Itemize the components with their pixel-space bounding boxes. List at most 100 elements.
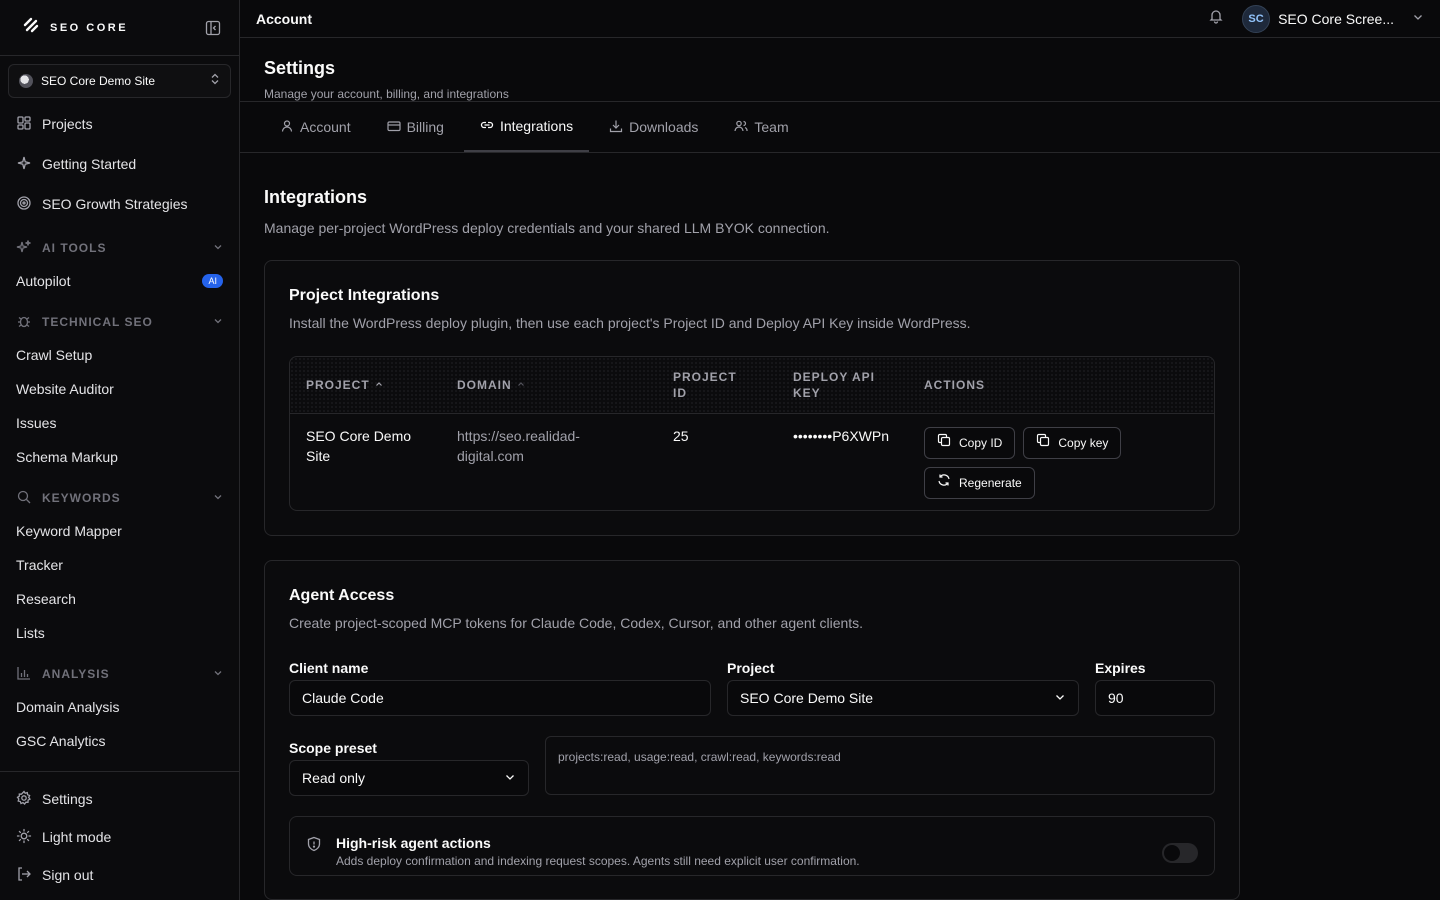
project-integrations-card: Project Integrations Install the WordPre… [264,260,1240,536]
nav-label: Settings [42,791,93,807]
nav-item-research[interactable]: Research [8,582,231,616]
client-name-field: Client name Claude Code [289,660,711,716]
nav-item-seo-growth-strategies[interactable]: SEO Growth Strategies [8,184,231,224]
page-title: Settings [264,58,336,78]
scope-row: Scope preset Read only projects:read, us… [289,736,1215,796]
nav-label: GSC Analytics [16,733,106,749]
card-subtitle: Create project-scoped MCP tokens for Cla… [289,615,864,631]
expires-input[interactable]: 90 [1095,680,1215,716]
page-header: Settings Manage your account, billing, a… [240,38,1440,102]
site-selector-value: SEO Core Demo Site [41,74,156,88]
expires-label: Expires [1095,660,1146,676]
column-header-deploy-api-key: DEPLOY API KEY [777,357,908,413]
client-name-input[interactable]: Claude Code [289,680,711,716]
logo-icon [22,16,40,39]
section-keywords[interactable]: KEYWORDS [8,482,231,514]
column-label: PROJECT [673,370,737,384]
table-header: PROJECT DOMAIN PROJECT ID DEPLOY API KEY… [290,357,1214,414]
client-name-label: Client name [289,660,369,676]
nav-label: Tracker [16,557,63,573]
nav-label: Issues [16,415,57,431]
copy-icon [1036,433,1050,453]
nav-item-projects[interactable]: Projects [8,104,231,144]
bell-icon[interactable] [1208,8,1224,29]
nav-item-lists[interactable]: Lists [8,616,231,650]
regenerate-button[interactable]: Regenerate [924,467,1035,499]
column-label: ACTIONS [924,378,985,392]
column-label: DOMAIN [457,378,512,392]
project-name-cell: SEO Core Demo Site [306,428,412,464]
nav-label: Research [16,591,76,607]
nav-item-issues[interactable]: Issues [8,406,231,440]
bar-chart-icon [16,665,32,684]
section-title: TECHNICAL SEO [42,315,153,329]
nav-label: Keyword Mapper [16,523,122,539]
nav-item-sign-out[interactable]: Sign out [8,856,231,894]
table-row: SEO Core Demo Site https://seo.realidad-… [290,414,1214,510]
nav-item-crawl-setup[interactable]: Crawl Setup [8,338,231,372]
nav-item-website-auditor[interactable]: Website Auditor [8,372,231,406]
section-title: KEYWORDS [42,491,121,505]
actions-cell: Copy ID Copy key Regenerate [908,414,1214,510]
logo[interactable]: SEO CORE [22,16,128,39]
nav-label: SEO Growth Strategies [42,196,188,212]
column-header-domain[interactable]: DOMAIN [441,357,657,413]
column-label: KEY [793,386,821,400]
sidebar: SEO CORE SEO Core Demo Site Projects Get… [0,0,240,900]
tab-integrations[interactable]: Integrations [463,102,590,152]
copy-id-button[interactable]: Copy ID [924,427,1016,459]
ai-badge: AI [202,274,223,288]
gear-icon [16,789,32,809]
topbar: Account SC SEO Core Scree... [240,0,1440,38]
high-risk-title: High-risk agent actions [336,835,491,851]
column-header-actions: ACTIONS [908,357,1214,413]
api-key-cell: ••••••••P6XWPn [793,428,890,444]
column-header-project[interactable]: PROJECT [290,357,441,413]
nav-item-gsc-analytics[interactable]: GSC Analytics [8,724,231,758]
search-icon [16,489,32,508]
chevron-down-icon [504,770,516,786]
tab-billing[interactable]: Billing [371,102,460,152]
scope-preset-select[interactable]: Read only [289,760,529,796]
logo-row: SEO CORE [0,0,239,56]
nav-item-autopilot[interactable]: Autopilot AI [8,264,231,298]
topbar-title: Account [256,10,312,27]
tab-downloads[interactable]: Downloads [593,102,714,152]
topbar-right: SC SEO Core Scree... [1208,4,1424,33]
copy-key-button[interactable]: Copy key [1023,427,1122,459]
nav-item-settings[interactable]: Settings [8,780,231,818]
user-menu[interactable]: SC SEO Core Scree... [1242,4,1424,33]
project-select[interactable]: SEO Core Demo Site [727,680,1079,716]
column-header-project-id: PROJECT ID [657,357,777,413]
high-risk-subtitle: Adds deploy confirmation and indexing re… [336,854,860,868]
nav-item-tracker[interactable]: Tracker [8,548,231,582]
nav-item-keyword-mapper[interactable]: Keyword Mapper [8,514,231,548]
tab-label: Downloads [629,119,699,135]
nav-item-domain-analysis[interactable]: Domain Analysis [8,690,231,724]
settings-tabs: Account Billing Integrations Downloads T… [240,102,1440,153]
chevron-down-icon [213,491,223,505]
project-field: Project SEO Core Demo Site [727,660,1079,716]
page-subtitle: Manage your account, billing, and integr… [264,87,509,101]
section-ai-tools[interactable]: AI TOOLS [8,232,231,264]
tab-team[interactable]: Team [718,102,804,152]
column-label: PROJECT [306,378,370,392]
nav-item-light-mode[interactable]: Light mode [8,818,231,856]
nav-item-getting-started[interactable]: Getting Started [8,144,231,184]
main: Account SC SEO Core Scree... Settings Ma… [240,0,1440,900]
section-technical-seo[interactable]: TECHNICAL SEO [8,306,231,338]
grid-icon [16,115,32,134]
collapse-sidebar-icon[interactable] [203,18,223,38]
tab-label: Billing [406,119,444,135]
tab-account[interactable]: Account [264,102,367,152]
chevron-down-icon [1054,690,1066,706]
card-subtitle: Install the WordPress deploy plugin, the… [289,315,971,331]
nav-item-schema-markup[interactable]: Schema Markup [8,440,231,474]
sparkle-icon [16,155,32,174]
site-selector[interactable]: SEO Core Demo Site [8,64,231,98]
high-risk-toggle[interactable] [1162,843,1198,863]
avatar: SC [1242,4,1271,33]
section-analysis[interactable]: ANALYSIS [8,658,231,690]
scopes-textarea[interactable]: projects:read, usage:read, crawl:read, k… [545,736,1215,795]
project-select-value: SEO Core Demo Site [740,690,874,706]
